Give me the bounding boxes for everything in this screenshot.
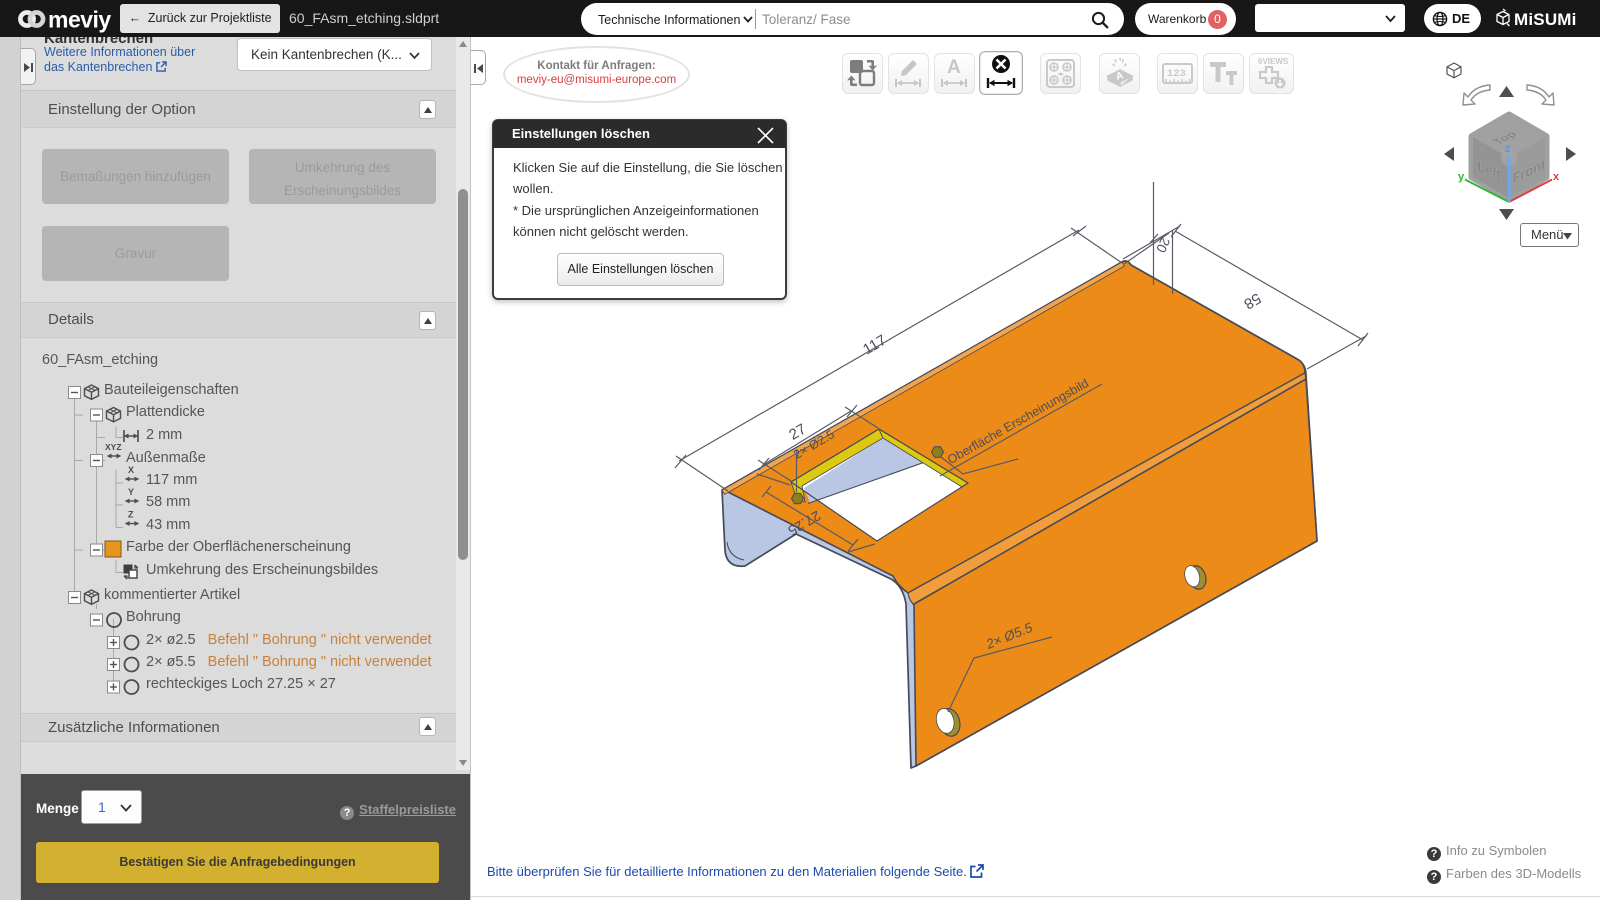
svg-text:58: 58: [1241, 289, 1264, 312]
svg-text:Z: Z: [128, 510, 134, 520]
svg-text:X: X: [128, 465, 134, 475]
svg-text:123: 123: [1167, 68, 1186, 80]
svg-text:z: z: [1505, 143, 1511, 155]
svg-text:6VIEWS: 6VIEWS: [1258, 57, 1289, 66]
svg-text:y: y: [1458, 171, 1465, 183]
svg-text:MiSUMi: MiSUMi: [1514, 10, 1577, 29]
svg-text:A: A: [947, 57, 961, 78]
svg-text:Y: Y: [128, 487, 134, 497]
svg-text:XYZ: XYZ: [105, 442, 122, 452]
svg-text:meviy: meviy: [48, 7, 111, 33]
svg-text:20: 20: [1153, 235, 1173, 255]
svg-text:x: x: [1553, 171, 1560, 183]
